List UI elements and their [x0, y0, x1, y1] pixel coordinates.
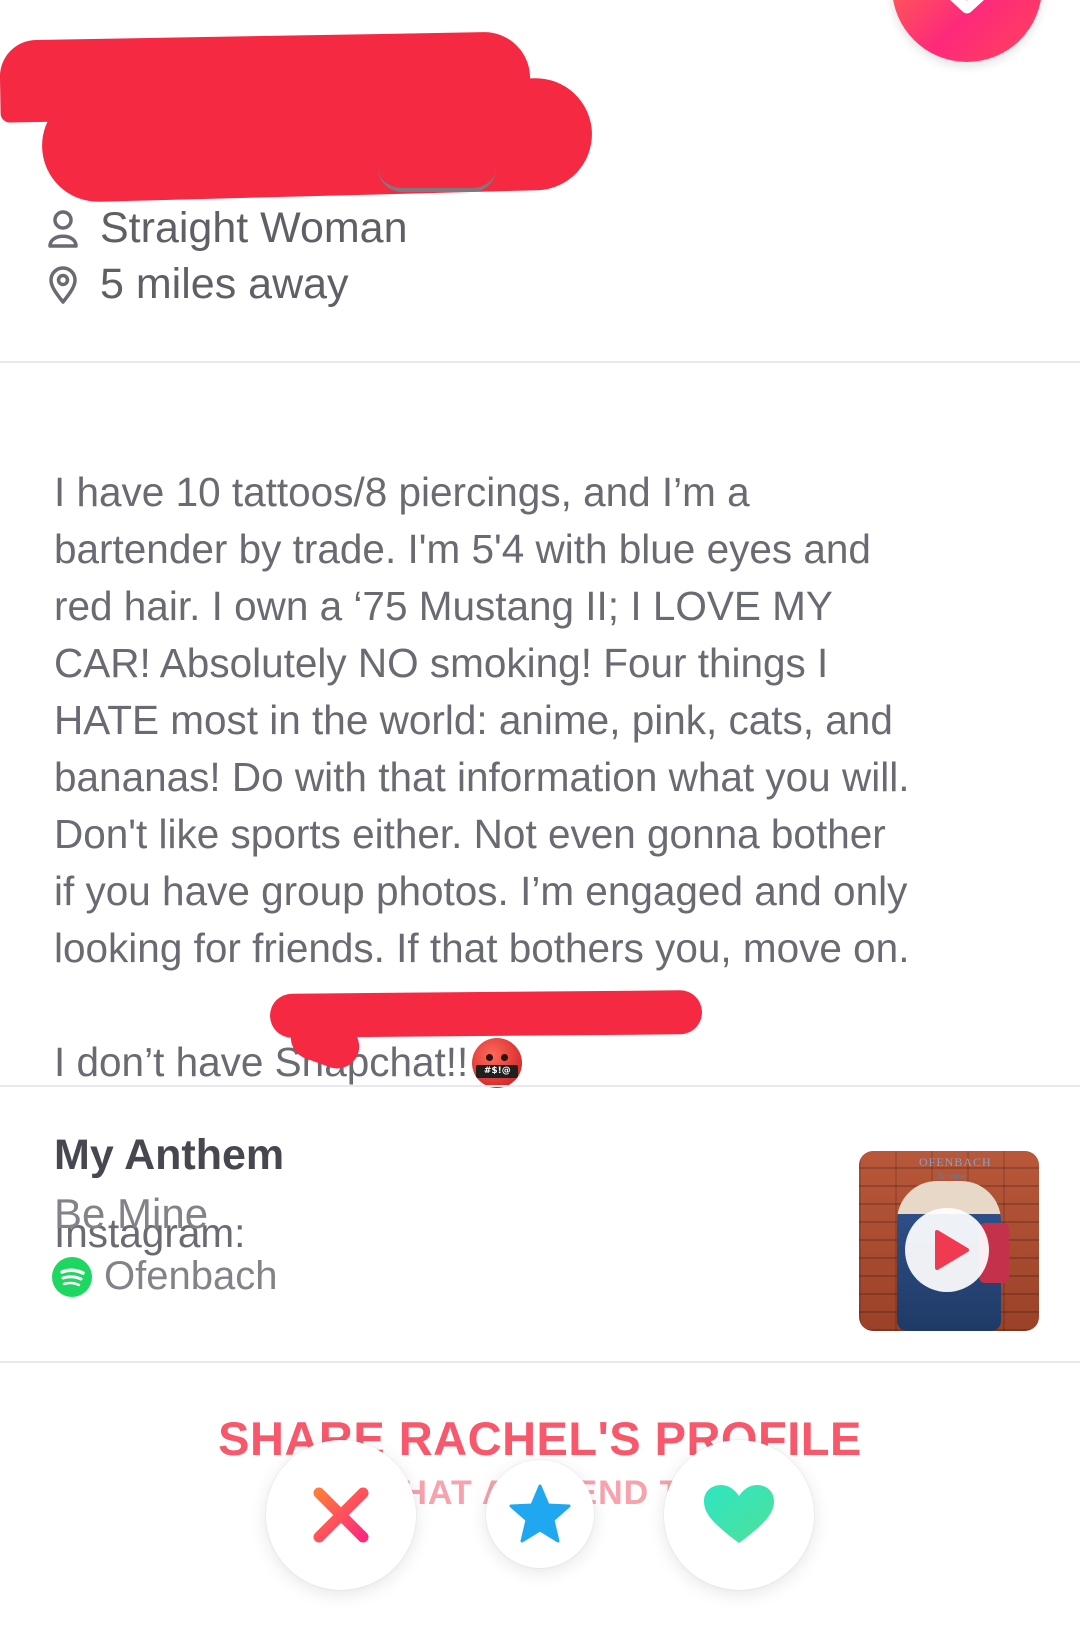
chevron-down-icon — [950, 0, 984, 14]
orientation-text: Straight Woman — [100, 204, 408, 252]
super-like-button[interactable] — [486, 1460, 594, 1568]
distance-text: 5 miles away — [100, 260, 349, 308]
redacted-line-fragment — [378, 168, 496, 192]
redacted-job — [40, 76, 594, 204]
anthem-heading: My Anthem — [54, 1131, 285, 1179]
play-icon — [935, 1230, 969, 1270]
bio-snapchat-line: I don’t have Snapchat!! #$!@ — [54, 1034, 1054, 1091]
play-button[interactable] — [905, 1208, 989, 1292]
anthem-song-title: Be Mine — [54, 1190, 209, 1237]
album-brand: OFENBACH — [919, 1155, 992, 1169]
emoji-symbols: #$!@ — [476, 1064, 519, 1078]
share-profile-link[interactable]: SHARE RACHEL'S PROFILE — [0, 1411, 1080, 1466]
star-icon — [509, 1484, 571, 1543]
close-x-icon — [313, 1487, 369, 1543]
distance-row: 5 miles away — [46, 260, 349, 309]
person-icon — [48, 209, 78, 248]
anthem-artist-name: Ofenbach — [104, 1254, 278, 1298]
anthem-artist-row: Ofenbach — [52, 1254, 277, 1299]
album-subtitle: Be mine — [937, 1171, 967, 1181]
angry-face-icon: #$!@ — [472, 1037, 523, 1088]
bio-snapchat-text: I don’t have Snapchat!! — [54, 1039, 469, 1085]
nope-button[interactable] — [266, 1440, 416, 1590]
bio-text: I have 10 tattoos/8 piercings, and I’m a… — [54, 469, 910, 971]
section-divider — [0, 361, 1080, 363]
profile-action-button[interactable] — [892, 0, 1042, 62]
section-divider — [0, 1085, 1080, 1087]
album-art[interactable]: OFENBACH Be mine — [859, 1151, 1039, 1331]
orientation-row: Straight Woman — [46, 204, 408, 253]
heart-icon — [704, 1485, 774, 1543]
section-divider — [0, 1361, 1080, 1363]
spotify-icon — [52, 1256, 92, 1297]
location-pin-icon — [49, 265, 77, 304]
like-button[interactable] — [664, 1440, 814, 1590]
